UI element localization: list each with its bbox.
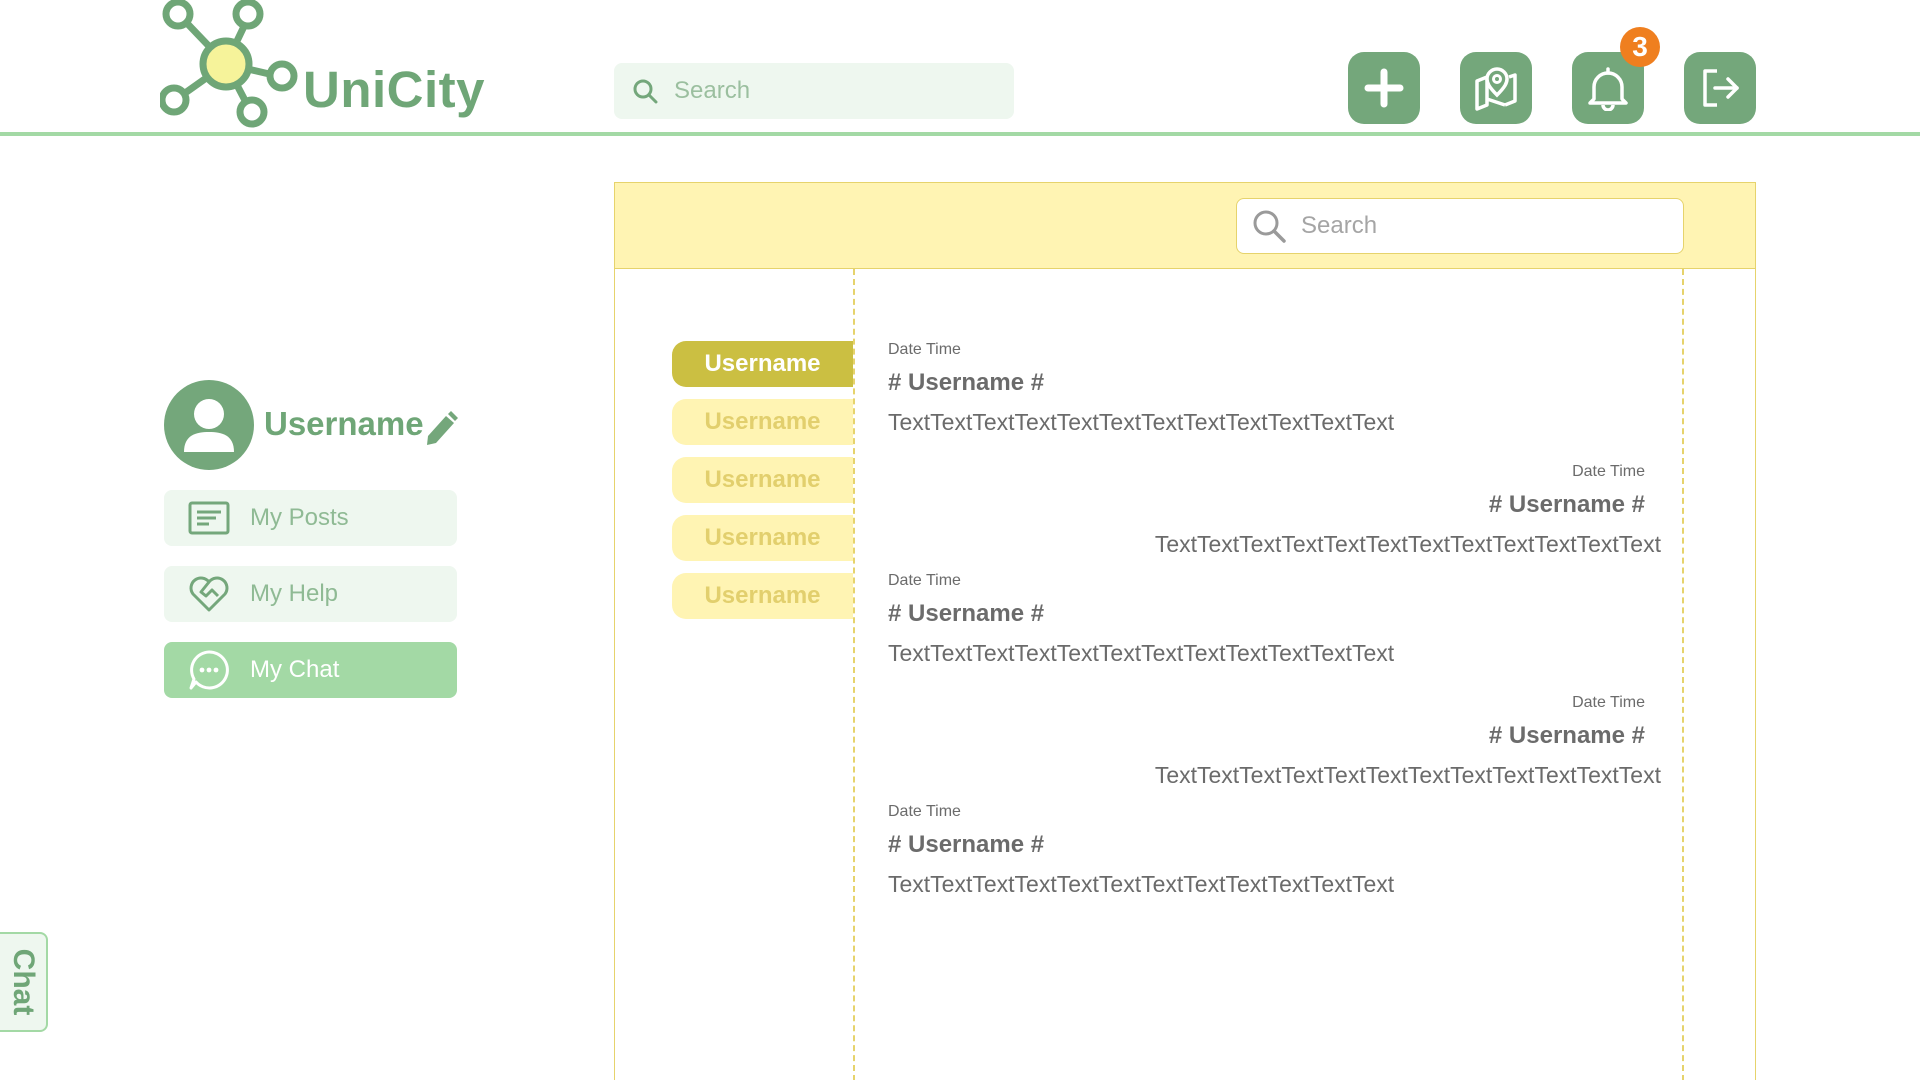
message-time: Date Time: [1572, 694, 1645, 711]
message-text: TextTextTextTextTextTextTextTextTextText…: [888, 871, 1395, 897]
chat-message: Date Time # Username # TextTextTextTextT…: [1155, 694, 1661, 789]
user-icon: [184, 399, 234, 452]
map-pin-icon: [1475, 67, 1517, 111]
pencil-edit-icon[interactable]: [424, 410, 458, 446]
message-username: # Username #: [888, 831, 1045, 858]
avatar[interactable]: [164, 380, 254, 470]
message-username: # Username #: [1488, 722, 1645, 749]
chat-message: Date Time # Username # TextTextTextTextT…: [888, 803, 1394, 898]
plus-icon: [1364, 68, 1404, 108]
conversation-tab[interactable]: Username: [672, 399, 853, 445]
message-username: # Username #: [1488, 491, 1645, 518]
message-username: # Username #: [888, 369, 1045, 396]
top-header: UniCity Search 3: [0, 0, 1920, 136]
message-text: TextTextTextTextTextTextTextTextTextText…: [1154, 762, 1661, 788]
conversation-tab[interactable]: Username: [672, 341, 853, 387]
posts-icon: [188, 501, 230, 535]
message-text: TextTextTextTextTextTextTextTextTextText…: [888, 640, 1395, 666]
message-area-divider: [1682, 269, 1684, 1080]
conversation-tab[interactable]: Username: [672, 457, 853, 503]
conversation-tab[interactable]: Username: [672, 573, 853, 619]
chat-message: Date Time # Username # TextTextTextTextT…: [888, 341, 1394, 436]
menu-item-label: My Chat: [250, 656, 340, 683]
brand-name: UniCity: [303, 61, 485, 118]
side-chat-tab[interactable]: Chat: [0, 932, 48, 1032]
logout-icon: [1703, 69, 1739, 107]
profile-username: Username: [264, 405, 424, 442]
chat-message: Date Time # Username # TextTextTextTextT…: [1155, 463, 1661, 558]
notification-count-badge: 3: [1620, 27, 1660, 67]
message-username: # Username #: [888, 600, 1045, 627]
chat-search-placeholder: Search: [1301, 212, 1378, 239]
side-chat-tab-label: Chat: [7, 948, 40, 1016]
message-time: Date Time: [1572, 463, 1645, 480]
bell-icon: [1588, 67, 1628, 111]
map-button[interactable]: [1460, 52, 1532, 124]
conversation-tab[interactable]: Username: [672, 515, 853, 561]
message-text: TextTextTextTextTextTextTextTextTextText…: [1154, 531, 1661, 557]
menu-item-label: My Help: [250, 580, 339, 607]
search-icon: [1253, 210, 1286, 243]
message-time: Date Time: [888, 803, 961, 820]
menu-item-my-chat[interactable]: My Chat: [164, 642, 457, 698]
unicity-logo-icon[interactable]: [160, 0, 300, 130]
header-search-input[interactable]: Search: [614, 63, 1014, 119]
menu-item-my-posts[interactable]: My Posts: [164, 490, 457, 546]
search-icon: [633, 79, 658, 104]
message-text: TextTextTextTextTextTextTextTextTextText…: [888, 409, 1395, 435]
chat-bubble-icon: [189, 650, 229, 690]
menu-item-my-help[interactable]: My Help: [164, 566, 457, 622]
add-button[interactable]: [1348, 52, 1420, 124]
chat-panel: Search Username Username Username Userna…: [614, 182, 1756, 1080]
chat-panel-header: Search: [615, 183, 1755, 269]
logout-button[interactable]: [1684, 52, 1756, 124]
chat-search-input[interactable]: Search: [1236, 198, 1684, 254]
menu-item-label: My Posts: [250, 504, 349, 531]
heart-handshake-icon: [189, 576, 229, 612]
conversation-list-divider: [853, 269, 855, 1080]
message-time: Date Time: [888, 341, 961, 358]
message-time: Date Time: [888, 572, 961, 589]
header-search-placeholder: Search: [674, 77, 751, 104]
chat-message: Date Time # Username # TextTextTextTextT…: [888, 572, 1394, 667]
